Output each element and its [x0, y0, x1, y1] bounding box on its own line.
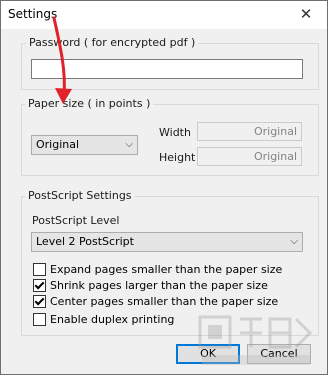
shrink-pages-label: Shrink pages larger than the paper size — [50, 278, 268, 292]
password-input[interactable] — [31, 59, 303, 79]
width-label: Width — [159, 126, 191, 139]
password-group-legend: Password ( for encrypted pdf ) — [26, 36, 199, 49]
close-button[interactable]: ✕ — [293, 3, 319, 25]
duplex-printing-checkbox[interactable] — [33, 312, 46, 326]
center-pages-label: Center pages smaller than the paper size — [50, 294, 279, 308]
center-pages-checkbox[interactable] — [33, 294, 46, 308]
window-title: Settings — [8, 7, 58, 21]
option-expand-pages[interactable]: Expand pages smaller than the paper size — [33, 262, 282, 276]
width-field: Original — [197, 122, 302, 141]
settings-dialog: Settings ✕ Password ( for encrypted pdf … — [0, 0, 328, 375]
expand-pages-label: Expand pages smaller than the paper size — [50, 262, 283, 276]
ok-button[interactable]: OK — [176, 344, 240, 364]
shrink-pages-checkbox[interactable] — [33, 278, 46, 292]
password-group: Password ( for encrypted pdf ) — [21, 36, 319, 90]
paper-size-group: Paper size ( in points ) Original ⌵ Widt… — [21, 97, 319, 176]
option-duplex-printing[interactable]: Enable duplex printing — [33, 312, 174, 326]
option-center-pages[interactable]: Center pages smaller than the paper size — [33, 294, 278, 308]
paper-size-select[interactable]: Original ⌵ — [31, 135, 138, 155]
postscript-group-legend: PostScript Settings — [25, 189, 135, 202]
postscript-level-selected-value: Level 2 PostScript — [36, 235, 134, 248]
chevron-down-icon: ⌵ — [290, 236, 298, 247]
paper-size-group-legend: Paper size ( in points ) — [25, 97, 154, 110]
height-field: Original — [197, 147, 302, 166]
expand-pages-checkbox[interactable] — [33, 262, 46, 276]
paper-size-selected-value: Original — [36, 138, 80, 151]
height-label: Height — [159, 151, 196, 164]
option-shrink-pages[interactable]: Shrink pages larger than the paper size — [33, 278, 268, 292]
postscript-level-select[interactable]: Level 2 PostScript ⌵ — [31, 232, 303, 252]
close-icon: ✕ — [299, 5, 313, 23]
duplex-printing-label: Enable duplex printing — [50, 312, 175, 326]
chevron-down-icon: ⌵ — [125, 139, 133, 150]
cancel-button[interactable]: Cancel — [247, 344, 311, 364]
title-bar: Settings ✕ — [1, 1, 327, 29]
postscript-level-label: PostScript Level — [32, 214, 120, 227]
